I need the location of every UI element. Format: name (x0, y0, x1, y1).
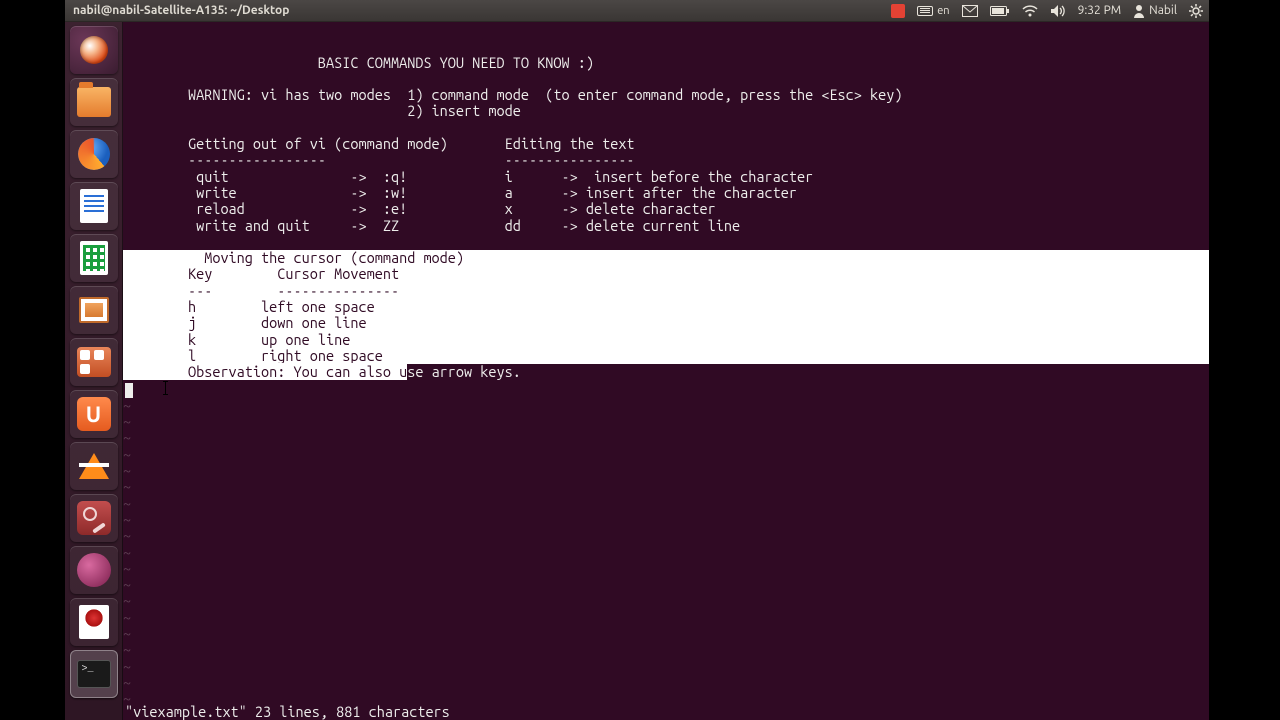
launcher-files[interactable] (70, 78, 118, 126)
clock-indicator[interactable]: 9:32 PM (1072, 0, 1128, 21)
vi-empty-line: ~ (123, 398, 1209, 414)
vi-empty-line: ~ (123, 414, 1209, 430)
keyboard-lang-label: en (937, 5, 949, 17)
network-indicator-icon[interactable] (1016, 0, 1044, 21)
vi-empty-line: ~ (123, 626, 1209, 642)
terminal-line: 2) insert mode (123, 103, 1209, 119)
sound-indicator-icon[interactable] (1044, 0, 1072, 21)
launcher-cheese[interactable] (70, 546, 118, 594)
software-center-icon (77, 347, 111, 377)
terminal-line: ----------------- ---------------- (123, 152, 1209, 168)
launcher-software-center[interactable] (70, 338, 118, 386)
screen: { "menubar": { "title": "nabil@nabil-Sat… (0, 0, 1280, 720)
text-cursor (125, 383, 133, 398)
terminal-line: WARNING: vi has two modes 1) command mod… (123, 87, 1209, 103)
vi-empty-line: ~ (123, 610, 1209, 626)
launcher-calc[interactable] (70, 234, 118, 282)
spreadsheet-icon (80, 241, 108, 275)
settings-icon (77, 501, 111, 535)
terminal-line: write -> :w! a -> insert after the chara… (123, 185, 1209, 201)
terminal-line: BASIC COMMANDS YOU NEED TO KNOW :) (123, 55, 1209, 71)
launcher-settings[interactable] (70, 494, 118, 542)
unity-launcher: U (65, 22, 123, 720)
firefox-icon (78, 138, 110, 170)
vi-empty-line: ~ (123, 528, 1209, 544)
launcher-terminal[interactable] (70, 650, 118, 698)
terminal-line: write and quit -> ZZ dd -> delete curren… (123, 218, 1209, 234)
vi-empty-line: ~ (123, 496, 1209, 512)
top-menubar: nabil@nabil-Satellite-A135: ~/Desktop en… (65, 0, 1209, 22)
system-indicator-icon[interactable] (1183, 0, 1209, 21)
terminal-line (123, 71, 1209, 87)
window-title: nabil@nabil-Satellite-A135: ~/Desktop (65, 4, 289, 17)
user-icon (1133, 4, 1145, 18)
terminal-line: Getting out of vi (command mode) Editing… (123, 136, 1209, 152)
vlc-icon (79, 453, 109, 479)
terminal-line: Observation: You can also use arrow keys… (123, 364, 1209, 380)
vi-empty-line: ~ (123, 593, 1209, 609)
vi-empty-line: ~ (123, 577, 1209, 593)
mouse-ibeam-cursor (165, 381, 166, 395)
vi-empty-line: ~ (123, 659, 1209, 675)
vi-empty-line: ~ (123, 430, 1209, 446)
launcher-dash-home[interactable] (70, 26, 118, 74)
ubuntu-logo-icon (80, 36, 108, 64)
messaging-indicator-icon[interactable] (956, 0, 984, 21)
terminal-selection: Moving the cursor (command mode) Key Cur… (123, 250, 1209, 364)
terminal-line (123, 120, 1209, 136)
document-icon (80, 189, 108, 223)
vi-empty-line: ~ (123, 642, 1209, 658)
vi-empty-line: ~ (123, 561, 1209, 577)
vi-empty-line: ~ (123, 463, 1209, 479)
launcher-writer[interactable] (70, 182, 118, 230)
keyboard-icon (917, 6, 933, 16)
vi-empty-line: ~ (123, 512, 1209, 528)
ubuntu-one-icon: U (77, 397, 111, 431)
terminal-window[interactable]: BASIC COMMANDS YOU NEED TO KNOW :) WARNI… (123, 22, 1209, 720)
launcher-evince[interactable] (70, 598, 118, 646)
folder-icon (77, 87, 111, 117)
vi-empty-line: ~ (123, 675, 1209, 691)
terminal-line (123, 234, 1209, 250)
left-black-bar (0, 0, 65, 720)
launcher-impress[interactable] (70, 286, 118, 334)
battery-indicator-icon[interactable] (984, 0, 1016, 21)
session-username: Nabil (1149, 4, 1177, 17)
terminal-line: reload -> :e! x -> delete character (123, 201, 1209, 217)
terminal-icon (77, 660, 111, 688)
session-indicator[interactable]: Nabil (1127, 0, 1183, 21)
launcher-vlc[interactable] (70, 442, 118, 490)
vi-status-line: "viexample.txt" 23 lines, 881 characters (123, 704, 450, 720)
terminal-body[interactable]: BASIC COMMANDS YOU NEED TO KNOW :) WARNI… (123, 55, 1209, 708)
vi-empty-line: ~ (123, 447, 1209, 463)
keyboard-layout-indicator[interactable]: en (911, 0, 955, 21)
terminal-line: quit -> :q! i -> insert before the chara… (123, 169, 1209, 185)
recording-indicator-icon[interactable] (885, 0, 911, 21)
pdf-viewer-icon (79, 605, 109, 639)
clock-time: 9:32 PM (1078, 4, 1122, 17)
presentation-icon (79, 297, 109, 323)
webcam-icon (77, 553, 111, 587)
launcher-ubuntu-one[interactable]: U (70, 390, 118, 438)
vi-empty-line: ~ (123, 545, 1209, 561)
terminal-line (123, 381, 1209, 398)
right-black-bar (1209, 0, 1280, 720)
launcher-firefox[interactable] (70, 130, 118, 178)
vi-empty-line: ~ (123, 479, 1209, 495)
